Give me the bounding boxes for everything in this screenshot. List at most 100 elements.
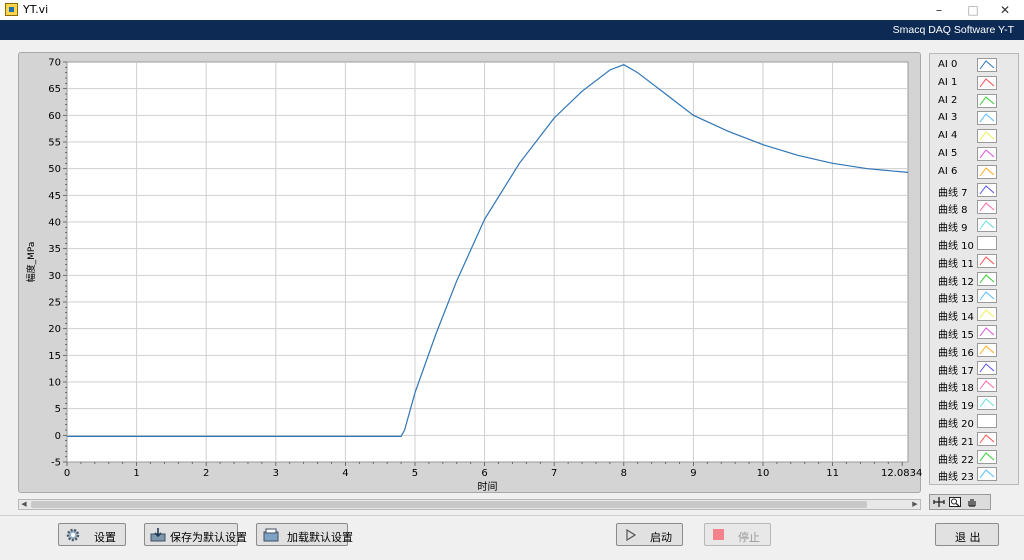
legend-line-swatch[interactable] bbox=[977, 236, 997, 250]
y-tick-label: 10 bbox=[48, 378, 61, 389]
legend-item[interactable]: 曲线 14 bbox=[930, 306, 1018, 324]
load-default-button[interactable]: 加载默认设置 bbox=[256, 523, 353, 546]
legend-line-swatch[interactable] bbox=[977, 111, 997, 126]
legend-item[interactable]: 曲线 13 bbox=[930, 288, 1018, 306]
legend-item-label: AI 2 bbox=[938, 94, 958, 106]
legend-item[interactable]: 曲线 16 bbox=[930, 342, 1018, 360]
cursor-move-icon[interactable] bbox=[933, 497, 945, 507]
legend-item[interactable]: 曲线 20 bbox=[930, 413, 1018, 431]
x-tick-label: 11 bbox=[826, 468, 839, 479]
legend-item[interactable]: AI 5 bbox=[930, 146, 1018, 164]
close-icon[interactable]: ✕ bbox=[988, 0, 1022, 20]
x-tick-label: 0 bbox=[64, 468, 70, 479]
settings-label: 设置 bbox=[94, 531, 116, 544]
legend-item[interactable]: 曲线 15 bbox=[930, 324, 1018, 342]
scroll-right-icon[interactable]: ▶ bbox=[910, 500, 920, 509]
x-tick-label: 3 bbox=[273, 468, 279, 479]
legend-item-label: AI 1 bbox=[938, 76, 958, 88]
legend-item[interactable]: AI 4 bbox=[930, 128, 1018, 146]
legend-line-swatch[interactable] bbox=[977, 414, 997, 428]
y-tick-label: 40 bbox=[48, 218, 61, 229]
y-tick-label: 70 bbox=[48, 58, 61, 69]
plot-area[interactable] bbox=[66, 61, 909, 463]
legend-item[interactable]: 曲线 7 bbox=[930, 182, 1018, 200]
legend-item[interactable]: 曲线 9 bbox=[930, 217, 1018, 235]
legend-line-swatch[interactable] bbox=[977, 378, 997, 393]
y-tick-label: 5 bbox=[55, 404, 61, 415]
graph-palette[interactable] bbox=[929, 494, 991, 510]
legend-item[interactable]: 曲线 17 bbox=[930, 360, 1018, 378]
banner-title: Smacq DAQ Software Y-T bbox=[892, 24, 1014, 36]
x-scrollbar[interactable]: ◀ ▶ bbox=[18, 499, 921, 510]
legend-item[interactable]: 曲线 22 bbox=[930, 449, 1018, 467]
legend-item-label: 曲线 7 bbox=[938, 187, 968, 199]
legend-line-swatch[interactable] bbox=[977, 93, 997, 108]
y-tick-label: -5 bbox=[51, 458, 61, 469]
scroll-thumb[interactable] bbox=[31, 501, 867, 508]
exit-button[interactable]: 退 出 bbox=[935, 523, 999, 546]
legend-item-label: AI 6 bbox=[938, 165, 958, 177]
legend-item[interactable]: AI 2 bbox=[930, 93, 1018, 111]
legend-item[interactable]: 曲线 8 bbox=[930, 199, 1018, 217]
legend-item[interactable]: AI 6 bbox=[930, 164, 1018, 182]
load-default-label: 加载默认设置 bbox=[287, 531, 353, 544]
pan-hand-icon[interactable] bbox=[966, 497, 978, 507]
legend-line-swatch[interactable] bbox=[977, 147, 997, 161]
legend-item[interactable]: AI 3 bbox=[930, 110, 1018, 128]
x-tick-label: 8 bbox=[621, 468, 627, 479]
y-tick-label: 20 bbox=[48, 324, 61, 335]
y-tick-label: 30 bbox=[48, 271, 61, 282]
x-tick-label: 2 bbox=[203, 468, 209, 479]
legend-item-label: AI 4 bbox=[938, 130, 958, 142]
yt-graph[interactable]: 0123456789101112.083464 7065605550454035… bbox=[18, 52, 922, 494]
legend-line-swatch[interactable] bbox=[977, 271, 997, 286]
gear-icon bbox=[66, 528, 80, 542]
window-title: YT.vi bbox=[23, 3, 49, 16]
legend-line-swatch[interactable] bbox=[977, 253, 997, 268]
legend-item[interactable]: 曲线 10 bbox=[930, 235, 1018, 253]
legend-line-swatch[interactable] bbox=[977, 325, 997, 339]
start-button[interactable]: 启动 bbox=[616, 523, 683, 546]
y-tick-label: 35 bbox=[48, 244, 61, 255]
legend-item-label: 曲线 9 bbox=[938, 223, 968, 235]
legend-item-label: 曲线 12 bbox=[938, 276, 974, 288]
legend-line-swatch[interactable] bbox=[977, 431, 997, 446]
legend-line-swatch[interactable] bbox=[977, 342, 997, 357]
legend-item-label: 曲线 19 bbox=[938, 401, 974, 413]
minimize-icon[interactable]: – bbox=[922, 0, 956, 20]
legend-line-swatch[interactable] bbox=[977, 164, 997, 179]
legend-item[interactable]: AI 0 bbox=[930, 57, 1018, 75]
legend-line-swatch[interactable] bbox=[977, 129, 997, 144]
legend-line-swatch[interactable] bbox=[977, 289, 997, 304]
plot-legend[interactable]: AI 0 AI 1 AI 2 AI 3 AI 4 AI 5 AI 6 曲线 7 曲线 8 曲线 9… bbox=[929, 53, 1019, 485]
legend-line-swatch[interactable] bbox=[977, 449, 997, 464]
chart-svg[interactable]: 0123456789101112.083464 7065605550454035… bbox=[19, 53, 922, 494]
legend-line-swatch[interactable] bbox=[977, 218, 997, 233]
legend-item[interactable]: 曲线 18 bbox=[930, 377, 1018, 395]
start-label: 启动 bbox=[650, 531, 672, 544]
legend-item[interactable]: 曲线 12 bbox=[930, 271, 1018, 289]
legend-line-swatch[interactable] bbox=[977, 396, 997, 411]
load-icon bbox=[263, 528, 279, 542]
legend-line-swatch[interactable] bbox=[977, 75, 997, 90]
legend-item[interactable]: 曲线 11 bbox=[930, 253, 1018, 271]
legend-line-swatch[interactable] bbox=[977, 200, 997, 215]
legend-item[interactable]: 曲线 23 bbox=[930, 466, 1018, 484]
legend-line-swatch[interactable] bbox=[977, 360, 997, 375]
legend-line-swatch[interactable] bbox=[977, 58, 997, 72]
legend-line-swatch[interactable] bbox=[977, 182, 997, 197]
scroll-left-icon[interactable]: ◀ bbox=[19, 500, 29, 509]
legend-item[interactable]: 曲线 19 bbox=[930, 395, 1018, 413]
y-tick-label: 15 bbox=[48, 351, 61, 362]
maximize-icon[interactable]: □ bbox=[956, 0, 990, 20]
legend-item[interactable]: 曲线 21 bbox=[930, 431, 1018, 449]
legend-line-swatch[interactable] bbox=[977, 307, 997, 322]
zoom-icon[interactable] bbox=[949, 497, 961, 507]
legend-line-swatch[interactable] bbox=[977, 467, 997, 482]
save-default-button[interactable]: 保存为默认设置 bbox=[144, 523, 247, 546]
stop-button[interactable]: 停止 bbox=[704, 523, 771, 546]
legend-item[interactable]: AI 1 bbox=[930, 75, 1018, 93]
y-tick-label: 50 bbox=[48, 164, 61, 175]
settings-button[interactable]: 设置 bbox=[58, 523, 126, 546]
x-tick-label: 7 bbox=[551, 468, 557, 479]
